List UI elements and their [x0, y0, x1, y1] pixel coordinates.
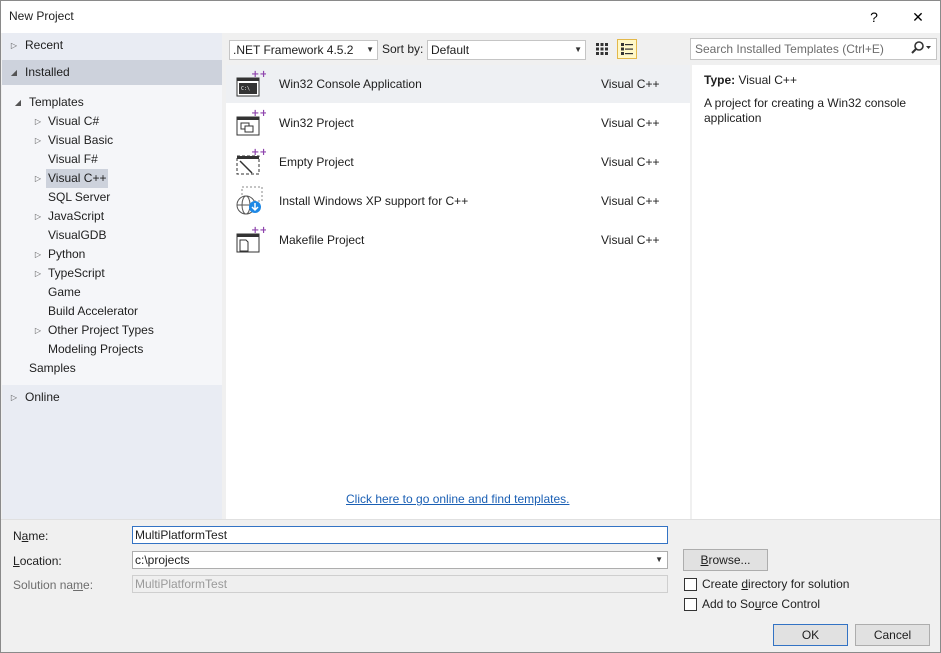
sort-value: Default	[431, 43, 470, 57]
globe-download-icon	[234, 185, 266, 217]
template-row[interactable]: ++ C:\ Win32 Console Application Visual C++	[226, 65, 690, 103]
cancel-button[interactable]: Cancel	[855, 624, 930, 646]
search-icon[interactable]	[910, 40, 932, 62]
grid-view-icon	[596, 43, 608, 55]
new-project-dialog: New Project ? ✕ ▷ Recent ◢ Installed ◢ T…	[0, 0, 941, 653]
tree-label: Online	[25, 390, 60, 404]
sort-dropdown[interactable]: Default ▼	[427, 40, 586, 60]
browse-button[interactable]: Browse...	[683, 549, 768, 571]
template-language: Visual C++	[601, 194, 660, 208]
template-toolbar: .NET Framework 4.5.2 ▼ Sort by: Default …	[223, 33, 940, 65]
expand-arrow-icon[interactable]: ▷	[33, 169, 43, 188]
tree-label: Installed	[25, 65, 70, 79]
framework-dropdown[interactable]: .NET Framework 4.5.2 ▼	[229, 40, 378, 60]
type-line: Type: Visual C++	[704, 73, 797, 87]
tree-label: Recent	[25, 38, 64, 52]
template-name: Empty Project	[279, 155, 354, 169]
makefile-project-icon: ++	[234, 224, 268, 256]
tree-label: Other Project Types	[48, 323, 154, 337]
template-row[interactable]: ++ Win32 Project Visual C++	[226, 104, 690, 142]
chevron-down-icon: ▼	[366, 45, 374, 54]
expand-arrow-icon[interactable]: ▷	[9, 36, 19, 55]
help-button[interactable]: ?	[852, 1, 896, 33]
type-value: Visual C++	[738, 73, 797, 87]
tree-label: SQL Server	[48, 190, 111, 204]
tree-label: Visual C++	[46, 169, 109, 188]
dialog-title: New Project	[9, 9, 74, 23]
empty-project-icon: ++	[234, 146, 268, 178]
expand-arrow-icon[interactable]: ▷	[33, 131, 43, 150]
checkbox-label: Create directory for solution	[702, 577, 850, 591]
template-language: Visual C++	[601, 116, 660, 130]
tree-label: Python	[48, 247, 86, 261]
list-view-button[interactable]	[617, 39, 637, 59]
expand-arrow-icon[interactable]: ▷	[33, 112, 43, 131]
tree-label: Templates	[29, 95, 84, 109]
location-value: c:\projects	[135, 553, 190, 567]
expand-arrow-icon[interactable]: ▷	[33, 245, 43, 264]
type-label: Type:	[704, 73, 736, 87]
template-language: Visual C++	[601, 155, 660, 169]
solution-name-label: Solution name:	[13, 578, 94, 592]
template-list: ++ C:\ Win32 Console Application Visual C++…	[226, 65, 690, 519]
expand-arrow-icon[interactable]: ▷	[33, 207, 43, 226]
location-label: Location:	[13, 554, 62, 568]
tree-label: TypeScript	[48, 266, 105, 280]
template-description: A project for creating a Win32 console a…	[704, 96, 907, 125]
template-details: Type: Visual C++ A project for creating …	[692, 65, 940, 519]
template-name: Win32 Console Application	[279, 77, 422, 91]
console-app-icon: ++ C:\	[234, 68, 268, 100]
online-templates-link[interactable]: Click here to go online and find templat…	[346, 492, 569, 506]
sort-label: Sort by:	[382, 42, 424, 56]
ok-button[interactable]: OK	[773, 624, 848, 646]
checkbox-box[interactable]	[684, 598, 697, 611]
name-input[interactable]: MultiPlatformTest	[132, 526, 668, 544]
tree-label: VisualGDB	[48, 228, 107, 242]
expand-arrow-icon[interactable]: ▷	[33, 321, 43, 340]
chevron-down-icon[interactable]: ▼	[655, 552, 663, 568]
chevron-down-icon: ▼	[574, 45, 582, 54]
tree-label: Samples	[29, 361, 76, 375]
solution-name-input: MultiPlatformTest	[132, 575, 668, 593]
framework-value: .NET Framework 4.5.2	[233, 43, 354, 57]
close-button[interactable]: ✕	[896, 1, 940, 33]
expand-arrow-icon[interactable]: ▷	[33, 264, 43, 283]
location-combobox[interactable]: c:\projects ▼	[132, 551, 668, 569]
win32-project-icon: ++	[234, 107, 268, 139]
checkbox-box[interactable]	[684, 578, 697, 591]
tree-label: Modeling Projects	[48, 342, 144, 356]
search-placeholder: Search Installed Templates (Ctrl+E)	[695, 42, 884, 56]
template-name: Install Windows XP support for C++	[279, 194, 469, 208]
list-view-icon	[621, 43, 633, 55]
tree-label: Visual F#	[48, 152, 98, 166]
tree-label: Game	[48, 285, 81, 299]
checkbox-label: Add to Source Control	[702, 597, 821, 611]
name-label: Name:	[13, 529, 49, 543]
template-row[interactable]: Install Windows XP support for C++ Visual…	[226, 182, 690, 220]
search-templates-input[interactable]: Search Installed Templates (Ctrl+E)	[690, 38, 937, 60]
tree-label: Visual C#	[48, 114, 100, 128]
tree-label: Visual Basic	[48, 133, 114, 147]
template-name: Makefile Project	[279, 233, 365, 247]
svg-text:C:\: C:\	[241, 86, 250, 92]
template-row[interactable]: ++ Makefile Project Visual C++	[226, 221, 690, 259]
collapse-arrow-icon[interactable]: ◢	[9, 63, 19, 82]
expand-arrow-icon[interactable]: ▷	[9, 388, 19, 407]
title-bar: New Project ? ✕	[1, 1, 940, 33]
tree-label: Build Accelerator	[48, 304, 139, 318]
template-name: Win32 Project	[279, 116, 354, 130]
tree-label: JavaScript	[48, 209, 105, 223]
small-icons-view-button[interactable]	[592, 39, 612, 59]
collapse-arrow-icon[interactable]: ◢	[13, 93, 23, 112]
template-language: Visual C++	[601, 233, 660, 247]
template-language: Visual C++	[601, 77, 660, 91]
template-row[interactable]: ++ Empty Project Visual C++	[226, 143, 690, 181]
project-form: Name: MultiPlatformTest Location: c:\pro…	[1, 519, 940, 652]
